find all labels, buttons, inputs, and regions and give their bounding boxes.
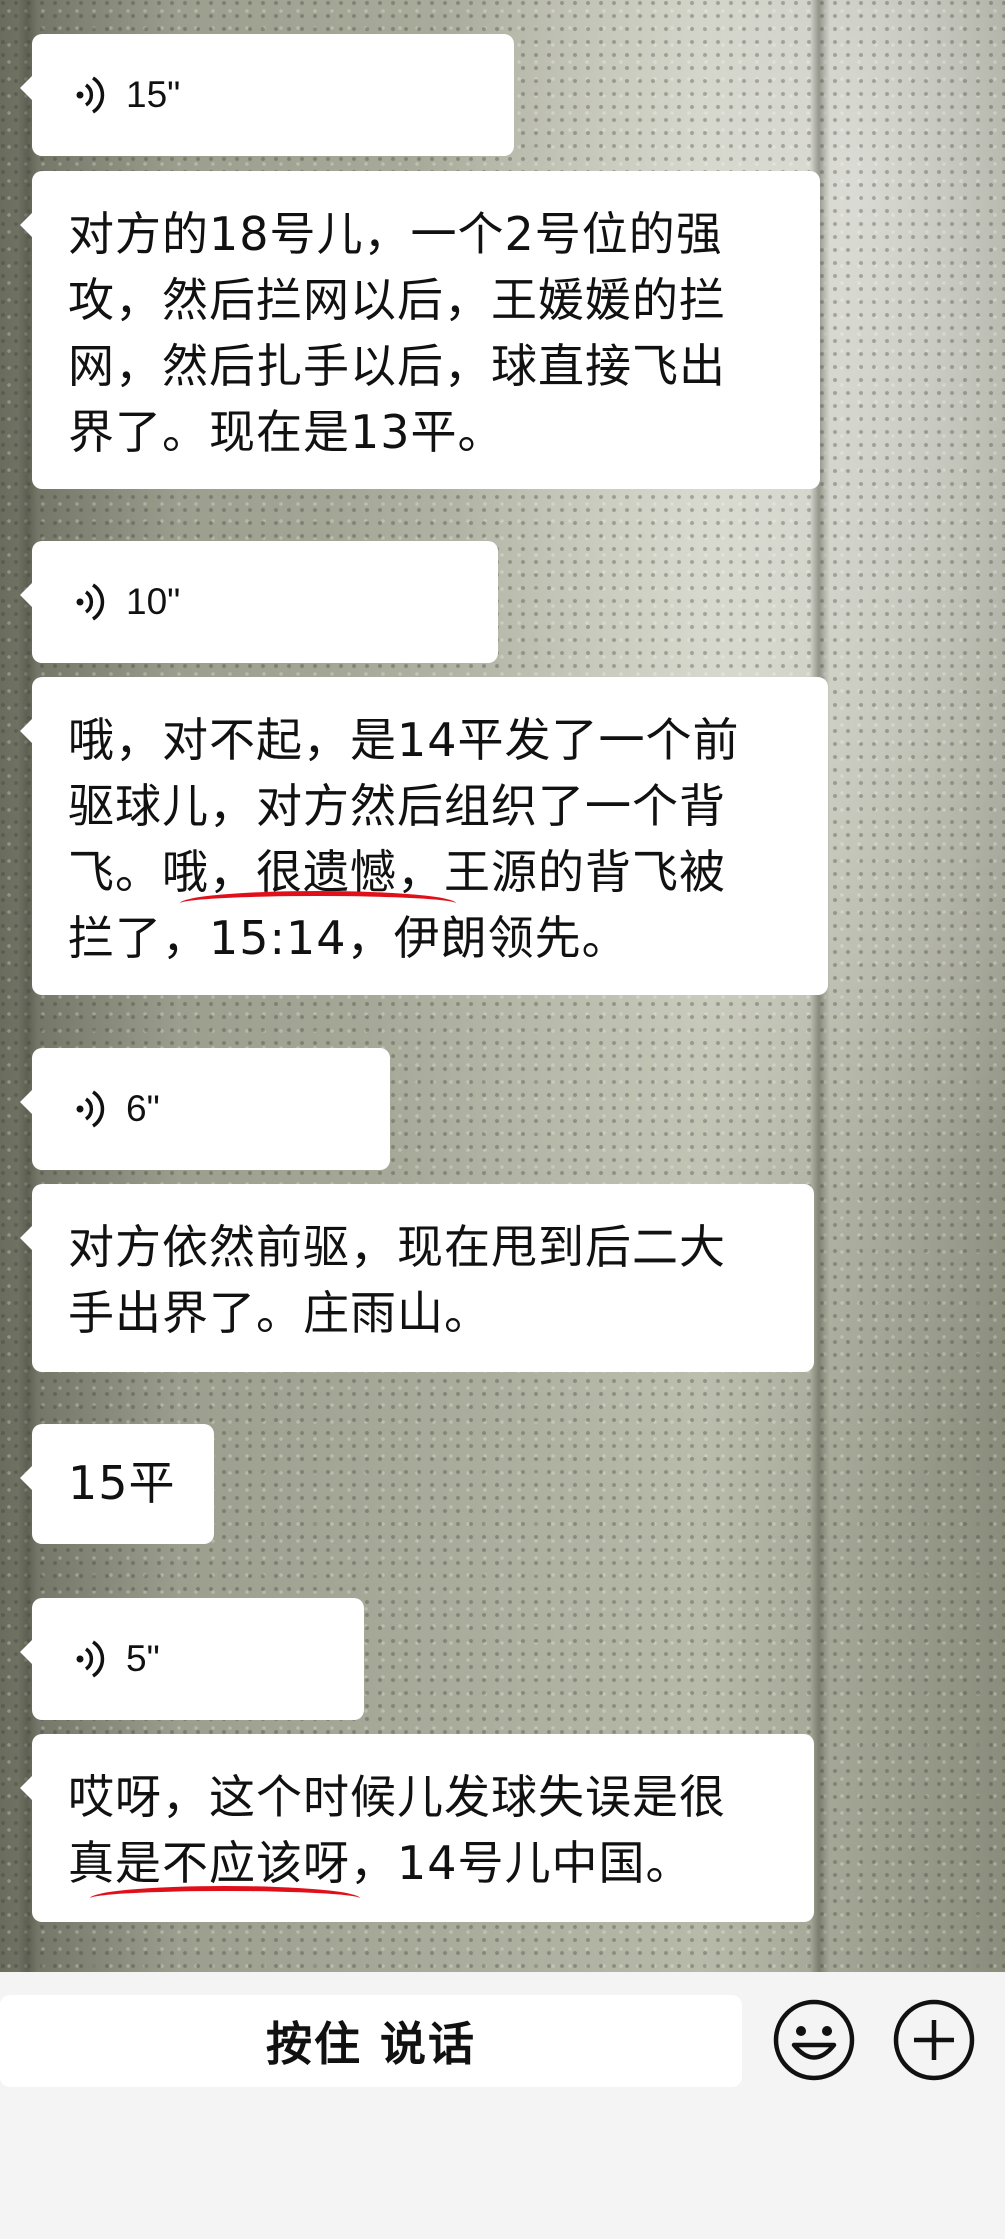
message-line: 对方依然前驱，现在甩到后二大 [68,1220,726,1274]
text-message-bubble[interactable]: 哦，对不起，是14平发了一个前 驱球儿，对方然后组织了一个背 飞。哦，很遗憾，王… [20,677,828,995]
voice-wave-icon [76,1640,105,1678]
message-line: 哦，对不起，是14平发了一个前 [68,713,740,767]
message-line: 界了。现在是13平。 [68,405,505,459]
text-message-bubble[interactable]: 15平 [20,1424,214,1544]
voice-wave-icon [76,1090,105,1128]
message-line: 拦了，15:14，伊朗领先。 [68,911,629,965]
voice-duration: 15" [126,74,181,115]
voice-message-bubble[interactable]: 10" [20,541,498,663]
voice-duration: 10" [126,581,181,622]
message-line: 对方的18号儿，一个2号位的强 [68,207,723,261]
voice-duration: 5" [126,1638,160,1679]
red-underline-annotation [90,1886,360,1911]
message-line: 攻，然后拦网以后，王媛媛的拦 [68,273,726,327]
chat-input-bar: 按住 说话 [0,1972,1005,2239]
plus-circle-icon[interactable] [892,1998,976,2082]
voice-wave-icon [76,583,105,621]
text-message-bubble[interactable]: 对方的18号儿，一个2号位的强 攻，然后拦网以后，王媛媛的拦 网，然后扎手以后，… [20,171,820,489]
voice-duration: 6" [126,1088,160,1129]
message-line: 网，然后扎手以后，球直接飞出 [68,339,726,393]
voice-wave-icon [76,76,105,114]
voice-message-bubble[interactable]: 5" [20,1598,364,1720]
text-message-bubble[interactable]: 对方依然前驱，现在甩到后二大 手出界了。庄雨山。 [20,1184,814,1372]
voice-message-bubble[interactable]: 6" [20,1048,390,1170]
red-underline-annotation [180,891,456,916]
hold-to-talk-button[interactable]: 按住 说话 [0,1995,742,2087]
smiley-face-icon[interactable] [772,1998,856,2082]
message-line: 15平 [68,1456,176,1510]
message-line: 驱球儿，对方然后组织了一个背 [68,779,726,833]
message-line: 手出界了。庄雨山。 [68,1286,491,1340]
message-line: 哎呀，这个时候儿发球失误是很 [68,1770,726,1824]
voice-message-bubble[interactable]: 15" [20,34,514,156]
hold-to-talk-label: 按住 说话 [265,2017,476,2071]
message-line: 飞。哦，很遗憾，王源的背飞被 [68,845,726,899]
